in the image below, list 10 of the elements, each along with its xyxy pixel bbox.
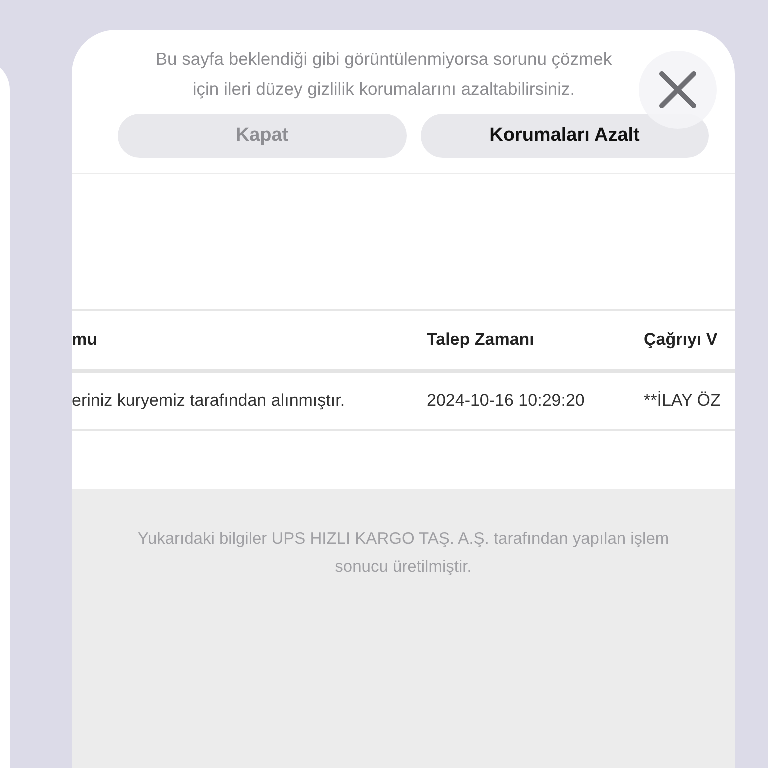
notice-text: Bu sayfa beklendiği gibi görüntülenmiyorsa sorunu çözmek için ileri düzey gizlilik korumalarını azaltabilirsiniz. <box>154 48 614 101</box>
action-button[interactable]: Korumaları Azalt <box>420 114 709 158</box>
table-cell: 2024-10-16 10:29:20 <box>427 391 585 410</box>
footer-text: Yukarıdaki bilgiler UPS HIZLI KARGO TAŞ. A.Ş. tarafından yapılan işlem sonucu üretilmiştir. <box>136 529 670 578</box>
column-header: mu <box>72 330 98 349</box>
table-cell: **İLAY ÖZ <box>644 391 721 410</box>
close-icon <box>659 71 697 109</box>
column-header: Talep Zamanı <box>427 330 534 349</box>
table-cell: eriniz kuryemiz tarafından alınmıştır. <box>72 391 346 410</box>
column-header: Çağrıyı V <box>644 330 718 349</box>
